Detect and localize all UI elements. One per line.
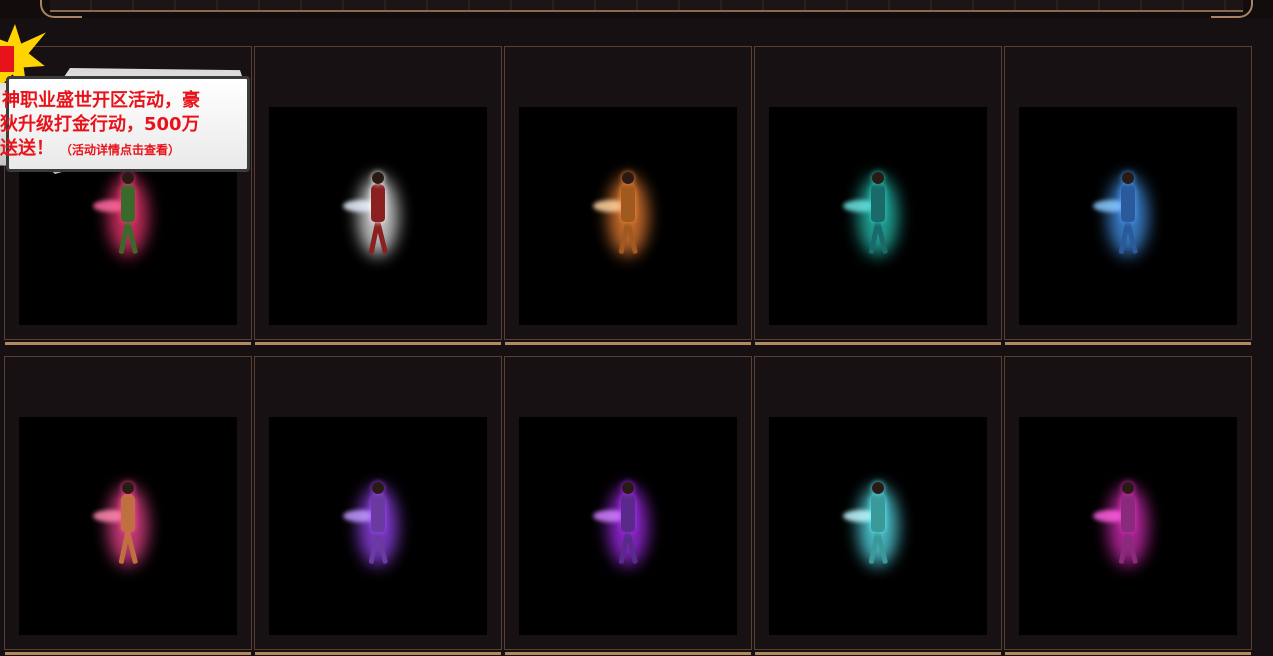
character-card[interactable] — [754, 356, 1002, 655]
card-base-line — [5, 652, 251, 655]
figure-body — [1121, 494, 1135, 532]
promo-banner[interactable]: 神职业盛世开区活动，豪 狄升级打金行动，500万 送送！ （活动详情点击查看） — [0, 24, 256, 184]
figure-head — [1122, 172, 1134, 184]
character-preview-frame[interactable] — [1019, 107, 1237, 325]
character-preview-icon — [843, 166, 913, 266]
figure-head — [372, 482, 384, 494]
character-card[interactable] — [4, 356, 252, 655]
ornament-cap-left — [40, 0, 82, 18]
figure-body — [121, 184, 135, 222]
character-card[interactable] — [1004, 356, 1252, 655]
card-base-line — [255, 652, 501, 655]
card-base-line — [255, 342, 501, 345]
figure-body — [871, 184, 885, 222]
figure-head — [872, 172, 884, 184]
character-card[interactable] — [1004, 46, 1252, 345]
figure-body — [1121, 184, 1135, 222]
figure-head — [1122, 482, 1134, 494]
figure-head — [622, 172, 634, 184]
character-card[interactable] — [254, 356, 502, 655]
character-preview-frame[interactable] — [269, 107, 487, 325]
figure-body — [621, 494, 635, 532]
card-base-line — [1005, 342, 1251, 345]
character-preview-frame[interactable] — [19, 417, 237, 635]
figure-body — [121, 494, 135, 532]
character-preview-icon — [93, 476, 163, 576]
character-preview-icon — [1093, 166, 1163, 266]
character-card[interactable] — [504, 46, 752, 345]
promo-line-3: 送送！ （活动详情点击查看） — [0, 134, 180, 160]
character-preview-icon — [343, 476, 413, 576]
character-preview-icon — [343, 166, 413, 266]
figure-head — [622, 482, 634, 494]
figure-body — [371, 494, 385, 532]
character-preview-frame[interactable] — [269, 417, 487, 635]
character-preview-icon — [843, 476, 913, 576]
figure-body — [621, 184, 635, 222]
character-preview-frame[interactable] — [519, 107, 737, 325]
figure-body — [371, 184, 385, 222]
card-base-line — [1005, 652, 1251, 655]
card-base-line — [505, 342, 751, 345]
card-base-line — [5, 342, 251, 345]
character-card[interactable] — [254, 46, 502, 345]
promo-line-2: 狄升级打金行动，500万 — [0, 114, 200, 135]
character-preview-frame[interactable] — [1019, 417, 1237, 635]
promo-line-3-main: 送送！ — [0, 138, 54, 159]
figure-head — [372, 172, 384, 184]
card-base-line — [755, 652, 1001, 655]
figure-head — [122, 482, 134, 494]
gallery-row — [4, 356, 1254, 656]
character-card[interactable] — [504, 356, 752, 655]
promo-line-1: 神职业盛世开区活动，豪 — [2, 90, 200, 111]
card-base-line — [755, 342, 1001, 345]
character-preview-icon — [593, 476, 663, 576]
starburst-accent — [0, 46, 14, 72]
ornament-cap-right — [1211, 0, 1253, 18]
top-ornament-strip — [50, 0, 1243, 12]
figure-body — [871, 494, 885, 532]
character-preview-frame[interactable] — [769, 417, 987, 635]
top-ornament-bar — [0, 0, 1273, 18]
character-preview-icon — [1093, 476, 1163, 576]
character-preview-frame[interactable] — [769, 107, 987, 325]
card-base-line — [505, 652, 751, 655]
character-preview-frame[interactable] — [519, 417, 737, 635]
promo-details-link[interactable]: （活动详情点击查看） — [60, 143, 180, 157]
figure-head — [872, 482, 884, 494]
character-preview-icon — [593, 166, 663, 266]
character-card[interactable] — [754, 46, 1002, 345]
